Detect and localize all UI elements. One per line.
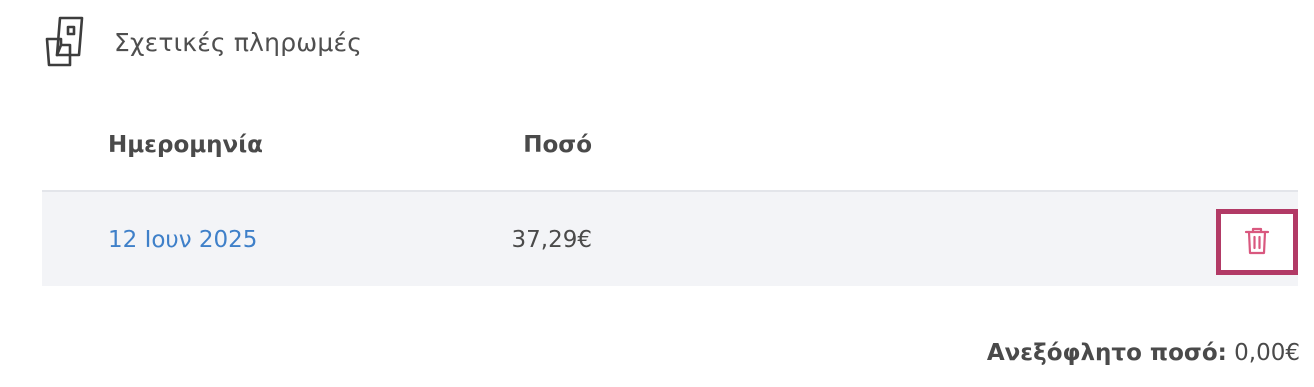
column-header-date: Ημερομηνία [108,132,263,158]
section-title: Σχετικές πληρωμές [114,27,363,57]
table-row: 12 Ιουν 2025 37,29€ [42,192,1298,286]
trash-icon [1244,226,1270,259]
related-payments-header: Σχετικές πληρωμές [44,14,362,70]
outstanding-amount-summary: Ανεξόφλητο ποσό: 0,00€ [987,340,1300,366]
delete-payment-button[interactable] [1221,214,1293,270]
payment-document-icon [44,14,92,70]
payments-table: Ημερομηνία Ποσό 12 Ιουν 2025 37,29€ [42,118,1298,286]
payment-date-link[interactable]: 12 Ιουν 2025 [108,227,257,253]
table-header: Ημερομηνία Ποσό [42,118,1298,192]
outstanding-amount-label: Ανεξόφλητο ποσό: [986,340,1227,366]
outstanding-amount-value: 0,00€ [1234,340,1300,366]
column-header-amount: Ποσό [523,132,592,158]
delete-button-focus-ring [1216,209,1298,275]
payment-amount: 37,29€ [511,227,592,253]
